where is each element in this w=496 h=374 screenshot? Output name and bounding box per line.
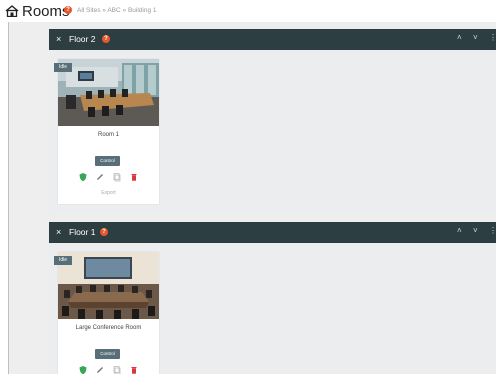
chevron-down-icon[interactable]: ˅ [473,226,478,235]
floor-header-bar: × Floor 1 ? ˄ ˅ ⋮ [49,222,496,243]
more-menu-icon[interactable]: ⋮ [489,33,496,42]
room-actions [78,172,140,182]
help-icon[interactable]: ? [64,6,72,14]
control-button[interactable]: Control [95,156,120,166]
status-badge: Idle [54,256,73,265]
copy-icon[interactable] [112,172,122,182]
room-photo [58,252,159,319]
chevron-up-icon[interactable]: ˄ [457,226,462,235]
pencil-icon[interactable] [95,172,105,182]
copy-icon[interactable] [112,365,122,374]
floor-name: Floor 2 [69,34,96,44]
room-actions [78,365,140,374]
floor-panel-floor-1: × Floor 1 ? ˄ ˅ ⋮ Idle Large Conference … [49,222,496,374]
more-menu-icon[interactable]: ⋮ [489,226,496,235]
close-icon[interactable]: × [56,34,61,44]
chevron-down-icon[interactable]: ˅ [473,33,478,42]
export-link[interactable]: Export [58,190,159,196]
floor-rooms-area: Idle Large Conference Room Control [49,243,496,374]
help-icon[interactable]: ? [102,35,110,43]
trash-icon[interactable] [129,365,139,374]
floor-panel-floor-2: × Floor 2 ? ˄ ˅ ⋮ Idle Room 1 Control Ex… [49,29,496,214]
floor-name: Floor 1 [69,227,96,237]
close-icon[interactable]: × [56,227,61,237]
room-name: Room 1 [97,132,119,138]
floor-header-bar: × Floor 2 ? ˄ ˅ ⋮ [49,29,496,50]
page-header: Rooms ? All Sites » ABC » Building 1 [0,0,496,22]
floor-rooms-area: Idle Room 1 Control Export [49,50,496,214]
trash-icon[interactable] [129,172,139,182]
help-icon[interactable]: ? [100,228,108,236]
room-card[interactable]: Idle Room 1 Control Export [54,59,159,204]
shield-icon[interactable] [78,365,88,374]
page-title: Rooms [22,3,70,20]
chevron-up-icon[interactable]: ˄ [457,33,462,42]
room-name: Large Conference Room [75,325,142,331]
room-photo [58,59,159,126]
breadcrumb[interactable]: All Sites » ABC » Building 1 [77,7,157,14]
control-button[interactable]: Control [95,349,120,359]
room-card[interactable]: Idle Large Conference Room Control [54,252,159,374]
shield-icon[interactable] [78,172,88,182]
status-badge: Idle [54,63,73,72]
pencil-icon[interactable] [95,365,105,374]
content-divider [8,22,9,374]
home-icon[interactable] [5,5,19,17]
